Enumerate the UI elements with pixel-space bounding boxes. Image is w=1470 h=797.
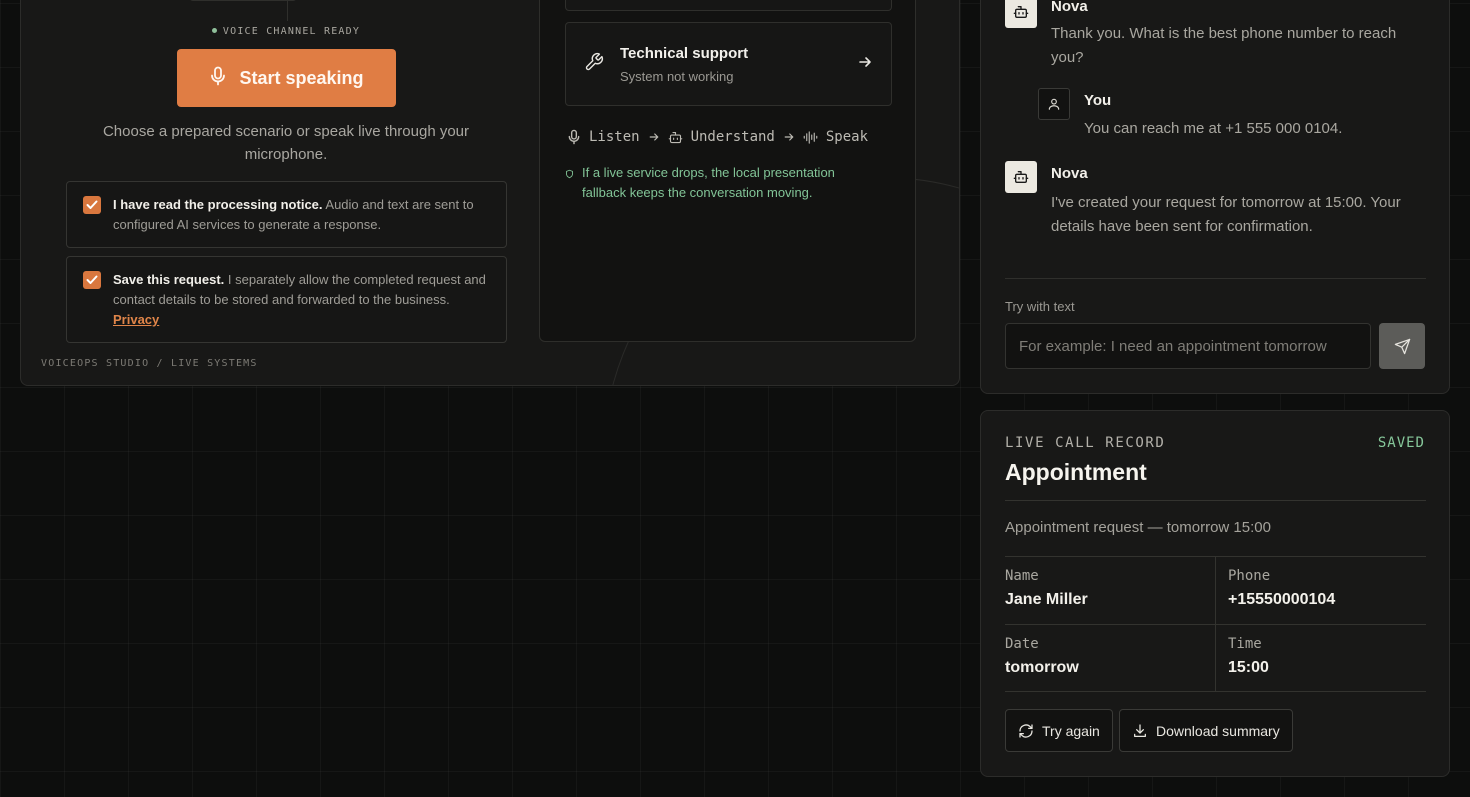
start-speaking-button[interactable]: Start speaking [177,49,396,107]
voice-status-text: VOICE CHANNEL READY [222,26,361,37]
privacy-link[interactable]: Privacy [113,312,159,327]
message-text: Thank you. What is the best phone number… [1051,25,1397,66]
pipeline-understand-label: Understand [690,129,775,145]
message-speaker: Nova [1051,165,1088,182]
voice-status: VOICE CHANNEL READY [21,26,551,37]
bot-avatar [1005,161,1037,193]
fallback-text: If a live service drops, the local prese… [582,165,835,200]
voice-panel: VOICE CHANNEL READY Start speaking Choos… [20,0,960,386]
try-again-label: Try again [1042,722,1100,739]
consent-save[interactable]: Save this request. I separately allow th… [66,256,507,343]
divider [1005,691,1426,692]
message-speaker: Nova [1051,0,1088,15]
microphone-icon [209,66,227,91]
start-speaking-label: Start speaking [239,67,364,88]
pipeline-step-understand: Understand [668,129,775,145]
consent-save-title: Save this request. [113,272,225,287]
chat-panel: Nova Thank you. What is the best phone n… [980,0,1450,394]
fallback-note: If a live service drops, the local prese… [565,163,875,203]
scenario-technical-support[interactable]: Technical support System not working [565,22,892,106]
arrow-right-icon [784,133,794,141]
try-again-button[interactable]: Try again [1005,709,1113,752]
check-icon [86,200,98,209]
check-icon [86,275,98,284]
save-checkbox[interactable] [83,271,101,289]
pipeline-listen-label: Listen [589,129,640,145]
top-tab-decoration [189,0,297,1]
user-icon [1048,98,1060,110]
field-name: Name Jane Miller [1005,568,1088,609]
bot-avatar [1005,0,1037,28]
send-button[interactable] [1379,323,1425,369]
bot-icon [1013,171,1029,183]
studio-footer: VOICEOPS STUDIO / LIVE SYSTEMS [41,358,258,369]
divider [1005,500,1426,501]
user-avatar [1038,88,1070,120]
try-with-text-label: Try with text [1005,299,1075,314]
refresh-icon [1019,723,1033,738]
field-value: +15550000104 [1228,591,1336,608]
arrow-right-icon [649,133,658,141]
send-icon [1394,338,1410,354]
wrench-icon [584,52,604,77]
scenario-card: Technical support System not working Lis… [539,0,916,342]
download-summary-label: Download summary [1156,722,1280,739]
field-label: Name [1005,568,1039,584]
field-value: tomorrow [1005,659,1079,676]
chat-input[interactable] [1005,323,1371,369]
arrow-right-icon [857,54,873,75]
pipeline-step-speak: Speak [803,129,868,145]
field-value: Jane Miller [1005,591,1088,608]
record-kicker: LIVE CALL RECORD [1005,435,1166,451]
field-time: Time 15:00 [1228,636,1269,677]
saved-badge: SAVED [1377,435,1425,451]
field-label: Date [1005,636,1039,652]
message-text: I've created your request for tomorrow a… [1051,194,1401,235]
download-summary-button[interactable]: Download summary [1119,709,1293,752]
record-summary: Appointment request — tomorrow 15:00 [1005,519,1271,536]
field-value: 15:00 [1228,659,1269,676]
pipeline-speak-label: Speak [825,129,869,145]
status-dot [211,27,217,33]
waveform-icon [803,130,818,144]
column-divider [1215,557,1216,624]
intro-text: Choose a prepared scenario or speak live… [102,123,470,163]
microphone-icon [568,129,580,145]
pipeline: Listen Understand Speak [567,129,868,145]
shield-icon [566,169,573,179]
call-record-panel: LIVE CALL RECORD SAVED Appointment Appoi… [980,410,1450,777]
field-phone: Phone +15550000104 [1228,568,1335,609]
consent-processing[interactable]: I have read the processing notice. Audio… [66,181,507,248]
download-icon [1134,723,1146,737]
connector-line [287,1,288,21]
field-label: Time [1228,636,1262,652]
bot-icon [668,131,682,143]
record-title: Appointment [1005,459,1147,485]
scenario-option-partial[interactable] [565,0,892,11]
chat-divider [1005,278,1426,279]
pipeline-step-listen: Listen [567,129,640,145]
message-speaker: You [1084,92,1112,109]
field-date: Date tomorrow [1005,636,1079,677]
bot-icon [1013,5,1029,18]
column-divider [1215,625,1216,691]
message-text: You can reach me at +1 555 000 0104. [1084,120,1343,137]
consent-processing-title: I have read the processing notice. [113,197,323,212]
scenario-subtitle: System not working [620,68,734,84]
scenario-title: Technical support [620,44,749,62]
field-label: Phone [1228,568,1271,584]
processing-checkbox[interactable] [83,196,101,214]
